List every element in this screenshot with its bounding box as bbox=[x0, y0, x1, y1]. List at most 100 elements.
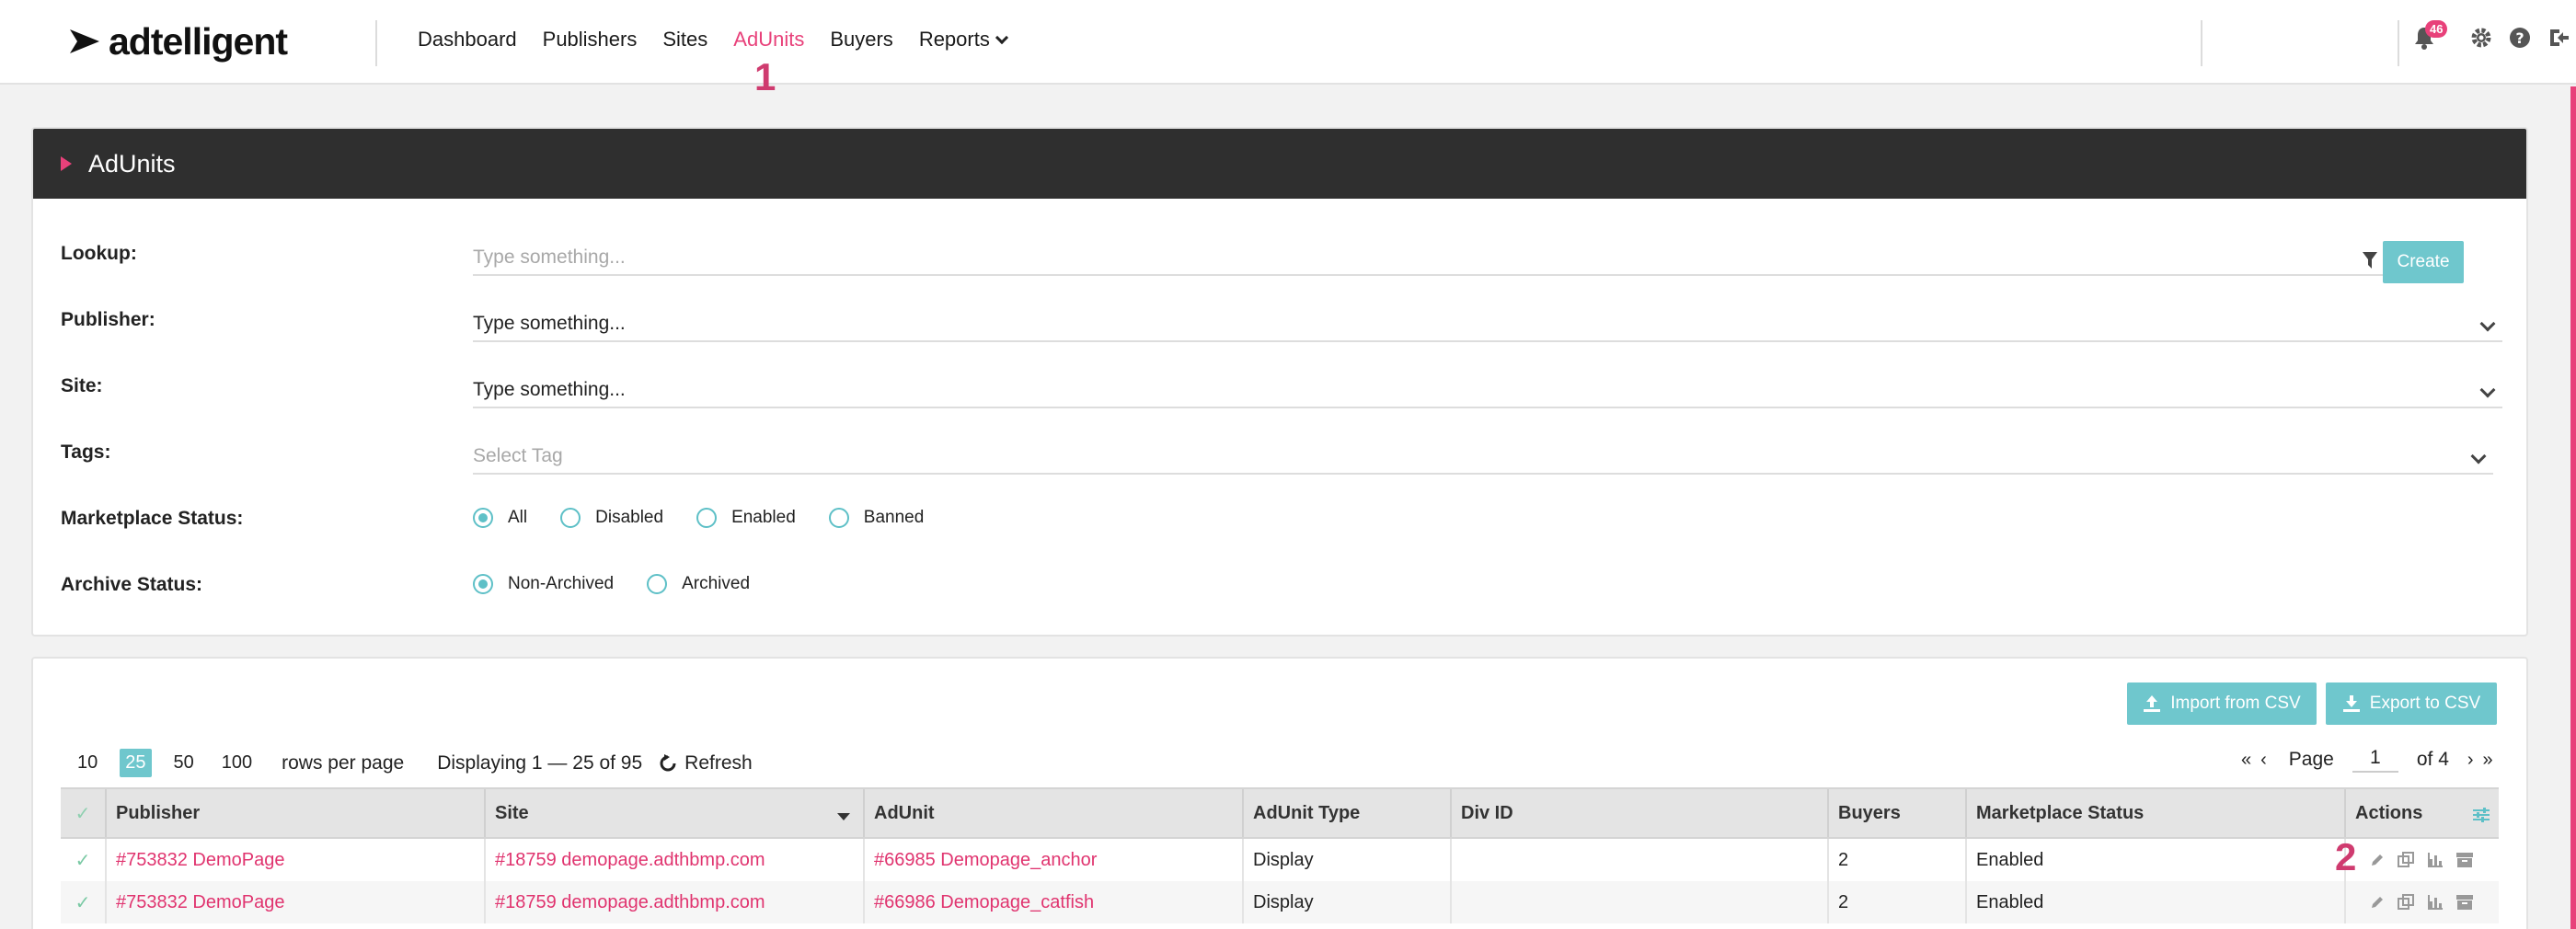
row-site-link[interactable]: #18759 demopage.adthbmp.com bbox=[486, 839, 865, 881]
radio-label: Archived bbox=[682, 574, 751, 593]
row-site-link[interactable]: #18759 demopage.adthbmp.com bbox=[486, 881, 865, 923]
brand-name: adtelligent bbox=[109, 19, 288, 63]
refresh-button[interactable]: Refresh bbox=[659, 752, 753, 774]
page-of-total: of 4 bbox=[2416, 749, 2449, 770]
row-adunit-link[interactable]: #66985 Demopage_anchor bbox=[865, 839, 1244, 881]
marketplace-status-label: Marketplace Status: bbox=[61, 508, 244, 529]
filter-icon[interactable] bbox=[2363, 252, 2377, 269]
tags-label: Tags: bbox=[61, 442, 111, 463]
nav-buyers[interactable]: Buyers bbox=[830, 28, 892, 52]
row-checkbox[interactable]: ✓ bbox=[61, 881, 107, 923]
archive-icon[interactable] bbox=[2456, 853, 2473, 867]
annotation-marker-2: 2 bbox=[2335, 835, 2357, 878]
rows-per-page-100[interactable]: 100 bbox=[216, 749, 258, 777]
table-header: ✓ Publisher Site AdUnit AdUnit Type Div … bbox=[61, 787, 2499, 839]
row-adunit-link[interactable]: #66986 Demopage_catfish bbox=[865, 881, 1244, 923]
radio-marketplace-disabled[interactable]: Disabled bbox=[560, 508, 663, 528]
table-row[interactable]: ✓ #753832 DemoPage #18759 demopage.adthb… bbox=[61, 881, 2499, 923]
col-adunit[interactable]: AdUnit bbox=[865, 789, 1244, 837]
lookup-label: Lookup: bbox=[61, 243, 137, 264]
page-number-input[interactable]: 1 bbox=[2352, 747, 2398, 773]
radio-archive-non-archived[interactable]: Non-Archived bbox=[473, 574, 614, 594]
radio-marketplace-enabled[interactable]: Enabled bbox=[696, 508, 796, 528]
export-csv-button[interactable]: Export to CSV bbox=[2326, 682, 2497, 725]
row-actions bbox=[2346, 839, 2499, 881]
row-publisher-link[interactable]: #753832 DemoPage bbox=[107, 881, 486, 923]
import-csv-button[interactable]: Import from CSV bbox=[2127, 682, 2317, 725]
edit-icon[interactable] bbox=[2370, 853, 2385, 867]
first-page-button[interactable]: « bbox=[2241, 750, 2253, 771]
download-icon bbox=[2342, 695, 2360, 712]
site-select[interactable]: Type something... bbox=[473, 372, 2502, 408]
column-settings-icon[interactable] bbox=[2473, 808, 2490, 822]
archive-status-radios: Non-Archived Archived bbox=[473, 574, 783, 594]
radio-marketplace-banned[interactable]: Banned bbox=[828, 508, 924, 528]
col-adunit-type[interactable]: AdUnit Type bbox=[1244, 789, 1452, 837]
rows-per-page-control: 10 25 50 100 rows per page Displaying 1 … bbox=[72, 749, 753, 777]
annotation-marker-1: 1 bbox=[754, 55, 776, 98]
radio-archive-archived[interactable]: Archived bbox=[647, 574, 750, 594]
archive-icon[interactable] bbox=[2456, 895, 2473, 910]
publisher-select[interactable]: Type something... bbox=[473, 305, 2502, 342]
col-buyers[interactable]: Buyers bbox=[1829, 789, 1967, 837]
lookup-input[interactable]: Type something... bbox=[473, 239, 2416, 276]
stats-icon[interactable] bbox=[2427, 853, 2444, 867]
nav-reports[interactable]: Reports bbox=[918, 28, 1008, 52]
prev-page-button[interactable]: ‹ bbox=[2260, 750, 2269, 771]
site-select-value: Type something... bbox=[473, 379, 626, 400]
row-buyers: 2 bbox=[1829, 881, 1967, 923]
brand-logo[interactable]: adtelligent bbox=[68, 18, 288, 64]
refresh-label: Refresh bbox=[684, 751, 753, 774]
col-site[interactable]: Site bbox=[486, 789, 865, 837]
table-row[interactable]: ✓ #753832 DemoPage #18759 demopage.adthb… bbox=[61, 839, 2499, 881]
bell-icon[interactable]: 46 bbox=[2412, 20, 2448, 50]
main-nav: Dashboard Publishers Sites AdUnits Buyer… bbox=[418, 28, 1032, 52]
publisher-select-value: Type something... bbox=[473, 313, 626, 334]
last-page-button[interactable]: » bbox=[2483, 750, 2495, 771]
next-page-button[interactable]: › bbox=[2467, 750, 2476, 771]
nav-dashboard[interactable]: Dashboard bbox=[418, 28, 517, 52]
page-label: Page bbox=[2288, 749, 2334, 770]
upload-icon bbox=[2144, 695, 2161, 712]
nav-sites[interactable]: Sites bbox=[662, 28, 707, 52]
nav-adunits[interactable]: AdUnits bbox=[733, 28, 804, 52]
col-div-id[interactable]: Div ID bbox=[1452, 789, 1829, 837]
publisher-row: Publisher: Type something... bbox=[61, 298, 2523, 353]
row-checkbox[interactable]: ✓ bbox=[61, 839, 107, 881]
col-site-label: Site bbox=[495, 802, 529, 823]
check-icon: ✓ bbox=[75, 850, 91, 871]
check-icon: ✓ bbox=[75, 892, 91, 913]
nav-reports-label: Reports bbox=[918, 28, 990, 51]
marketplace-status-radios: All Disabled Enabled Banned bbox=[473, 508, 957, 528]
logo-arrow-icon bbox=[70, 29, 99, 53]
rows-per-page-25[interactable]: 25 bbox=[120, 749, 152, 777]
adunits-table: ✓ Publisher Site AdUnit AdUnit Type Div … bbox=[61, 787, 2499, 923]
radio-label: Non-Archived bbox=[508, 574, 615, 593]
rows-per-page-50[interactable]: 50 bbox=[168, 749, 200, 777]
chevron-down-icon bbox=[2479, 315, 2496, 332]
rows-per-page-10[interactable]: 10 bbox=[72, 749, 103, 777]
copy-icon[interactable] bbox=[2398, 894, 2414, 911]
help-icon[interactable]: ? bbox=[2508, 26, 2532, 50]
nav-divider-icons bbox=[2398, 20, 2399, 66]
marketplace-status-row: Marketplace Status: All Disabled Enabled… bbox=[61, 497, 2523, 552]
stats-icon[interactable] bbox=[2427, 895, 2444, 910]
row-publisher-link[interactable]: #753832 DemoPage bbox=[107, 839, 486, 881]
archive-status-row: Archive Status: Non-Archived Archived bbox=[61, 563, 2523, 618]
logout-icon[interactable] bbox=[2547, 26, 2570, 50]
nav-publishers[interactable]: Publishers bbox=[543, 28, 638, 52]
tags-select[interactable]: Select Tag bbox=[473, 438, 2493, 475]
copy-icon[interactable] bbox=[2398, 852, 2414, 868]
gear-icon[interactable] bbox=[2469, 26, 2493, 50]
panel-header[interactable]: AdUnits bbox=[33, 129, 2526, 199]
col-publisher[interactable]: Publisher bbox=[107, 789, 486, 837]
refresh-icon bbox=[660, 753, 676, 771]
edit-icon[interactable] bbox=[2370, 895, 2385, 910]
col-marketplace-status[interactable]: Marketplace Status bbox=[1967, 789, 2346, 837]
radio-marketplace-all[interactable]: All bbox=[473, 508, 527, 528]
chevron-down-icon bbox=[2470, 448, 2487, 464]
select-all-checkbox[interactable]: ✓ bbox=[61, 789, 107, 837]
page-scrollbar[interactable] bbox=[2570, 86, 2576, 929]
create-button[interactable]: Create bbox=[2383, 241, 2464, 283]
notification-badge: 46 bbox=[2425, 20, 2448, 38]
